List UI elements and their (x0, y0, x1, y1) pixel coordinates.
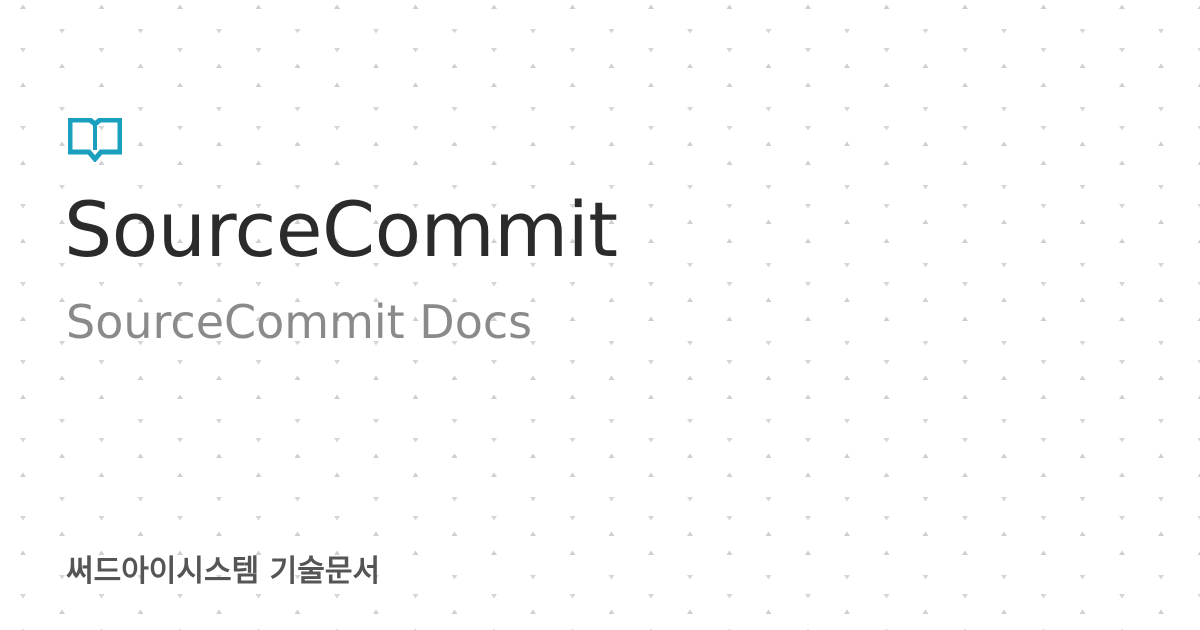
open-book-icon (68, 118, 122, 162)
page-subtitle: SourceCommit Docs (66, 295, 533, 349)
page-title: SourceCommit (64, 185, 618, 274)
card-content: SourceCommit SourceCommit Docs 써드아이시스템 기… (0, 0, 1200, 630)
og-card: SourceCommit SourceCommit Docs 써드아이시스템 기… (0, 0, 1200, 630)
company-footer-label: 써드아이시스템 기술문서 (66, 554, 381, 589)
